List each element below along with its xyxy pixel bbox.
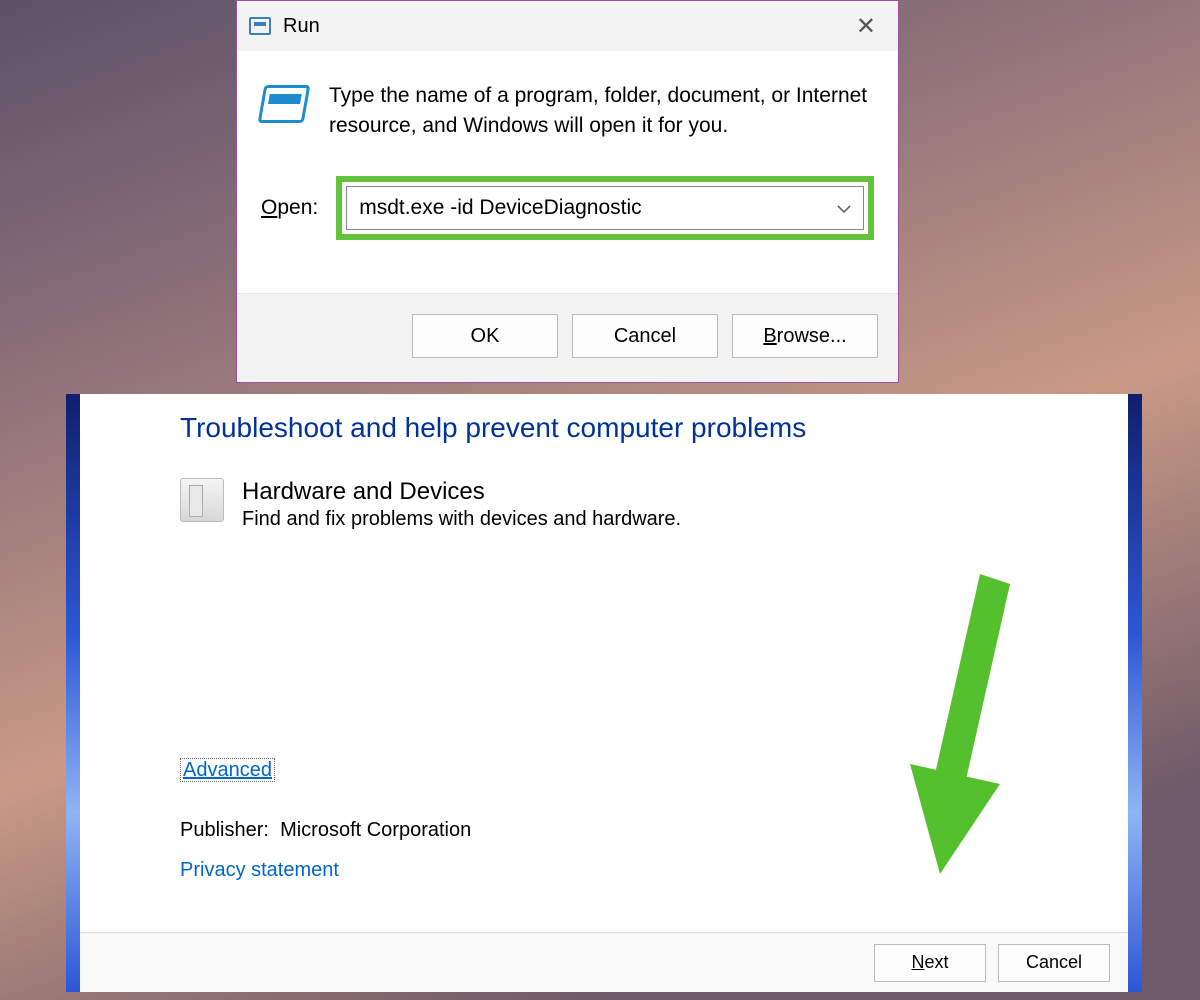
troubleshooter-footer: Next Cancel	[80, 932, 1128, 992]
troubleshooter-item-desc: Find and fix problems with devices and h…	[242, 508, 681, 531]
publisher-label: Publisher:	[180, 819, 269, 841]
next-accel: N	[911, 952, 924, 973]
open-label-accel: O	[261, 196, 277, 219]
run-body: Type the name of a program, folder, docu…	[237, 51, 898, 293]
run-program-icon	[258, 85, 311, 123]
run-open-row: Open: msdt.exe -id DeviceDiagnostic	[261, 176, 874, 240]
chevron-down-icon[interactable]	[837, 196, 851, 220]
publisher-row: Publisher: Microsoft Corporation	[180, 819, 471, 842]
open-combobox[interactable]: msdt.exe -id DeviceDiagnostic	[346, 186, 864, 230]
annotation-arrow-icon	[910, 574, 1030, 874]
ok-button-label: OK	[471, 325, 500, 348]
troubleshooter-heading: Troubleshoot and help prevent computer p…	[180, 412, 1028, 444]
browse-button[interactable]: Browse...	[732, 314, 878, 358]
run-footer: OK Cancel Browse...	[237, 293, 898, 382]
troubleshooter-item-title: Hardware and Devices	[242, 478, 681, 506]
run-title: Run	[283, 15, 320, 38]
browse-rest: rowse...	[777, 325, 847, 348]
cancel-button[interactable]: Cancel	[572, 314, 718, 358]
ok-button[interactable]: OK	[412, 314, 558, 358]
open-field-highlight: msdt.exe -id DeviceDiagnostic	[336, 176, 874, 240]
privacy-link[interactable]: Privacy statement	[180, 859, 339, 881]
ts-cancel-label: Cancel	[1026, 952, 1082, 973]
troubleshooter-item-text: Hardware and Devices Find and fix proble…	[242, 478, 681, 531]
run-info-text: Type the name of a program, folder, docu…	[329, 81, 874, 142]
open-label: Open:	[261, 196, 318, 220]
close-icon[interactable]: ✕	[846, 8, 886, 45]
privacy-row: Privacy statement	[180, 859, 339, 882]
open-label-rest: pen:	[277, 196, 318, 219]
ts-cancel-button[interactable]: Cancel	[998, 944, 1110, 982]
next-rest: ext	[924, 952, 948, 973]
troubleshooter-item: Hardware and Devices Find and fix proble…	[180, 478, 1028, 531]
run-info-row: Type the name of a program, folder, docu…	[261, 81, 874, 142]
next-button[interactable]: Next	[874, 944, 986, 982]
cancel-button-label: Cancel	[614, 325, 676, 348]
open-combobox-value: msdt.exe -id DeviceDiagnostic	[359, 196, 641, 220]
advanced-link-row: Advanced	[180, 759, 275, 782]
browse-accel: B	[763, 325, 776, 348]
troubleshooter-body: Troubleshoot and help prevent computer p…	[80, 394, 1128, 932]
run-titlebar: Run ✕	[237, 1, 898, 51]
publisher-value: Microsoft Corporation	[280, 819, 471, 841]
run-dialog: Run ✕ Type the name of a program, folder…	[236, 0, 899, 383]
advanced-link[interactable]: Advanced	[180, 758, 275, 782]
hardware-devices-icon	[180, 478, 224, 522]
troubleshooter-window: Troubleshoot and help prevent computer p…	[66, 394, 1142, 992]
run-icon	[249, 17, 271, 35]
